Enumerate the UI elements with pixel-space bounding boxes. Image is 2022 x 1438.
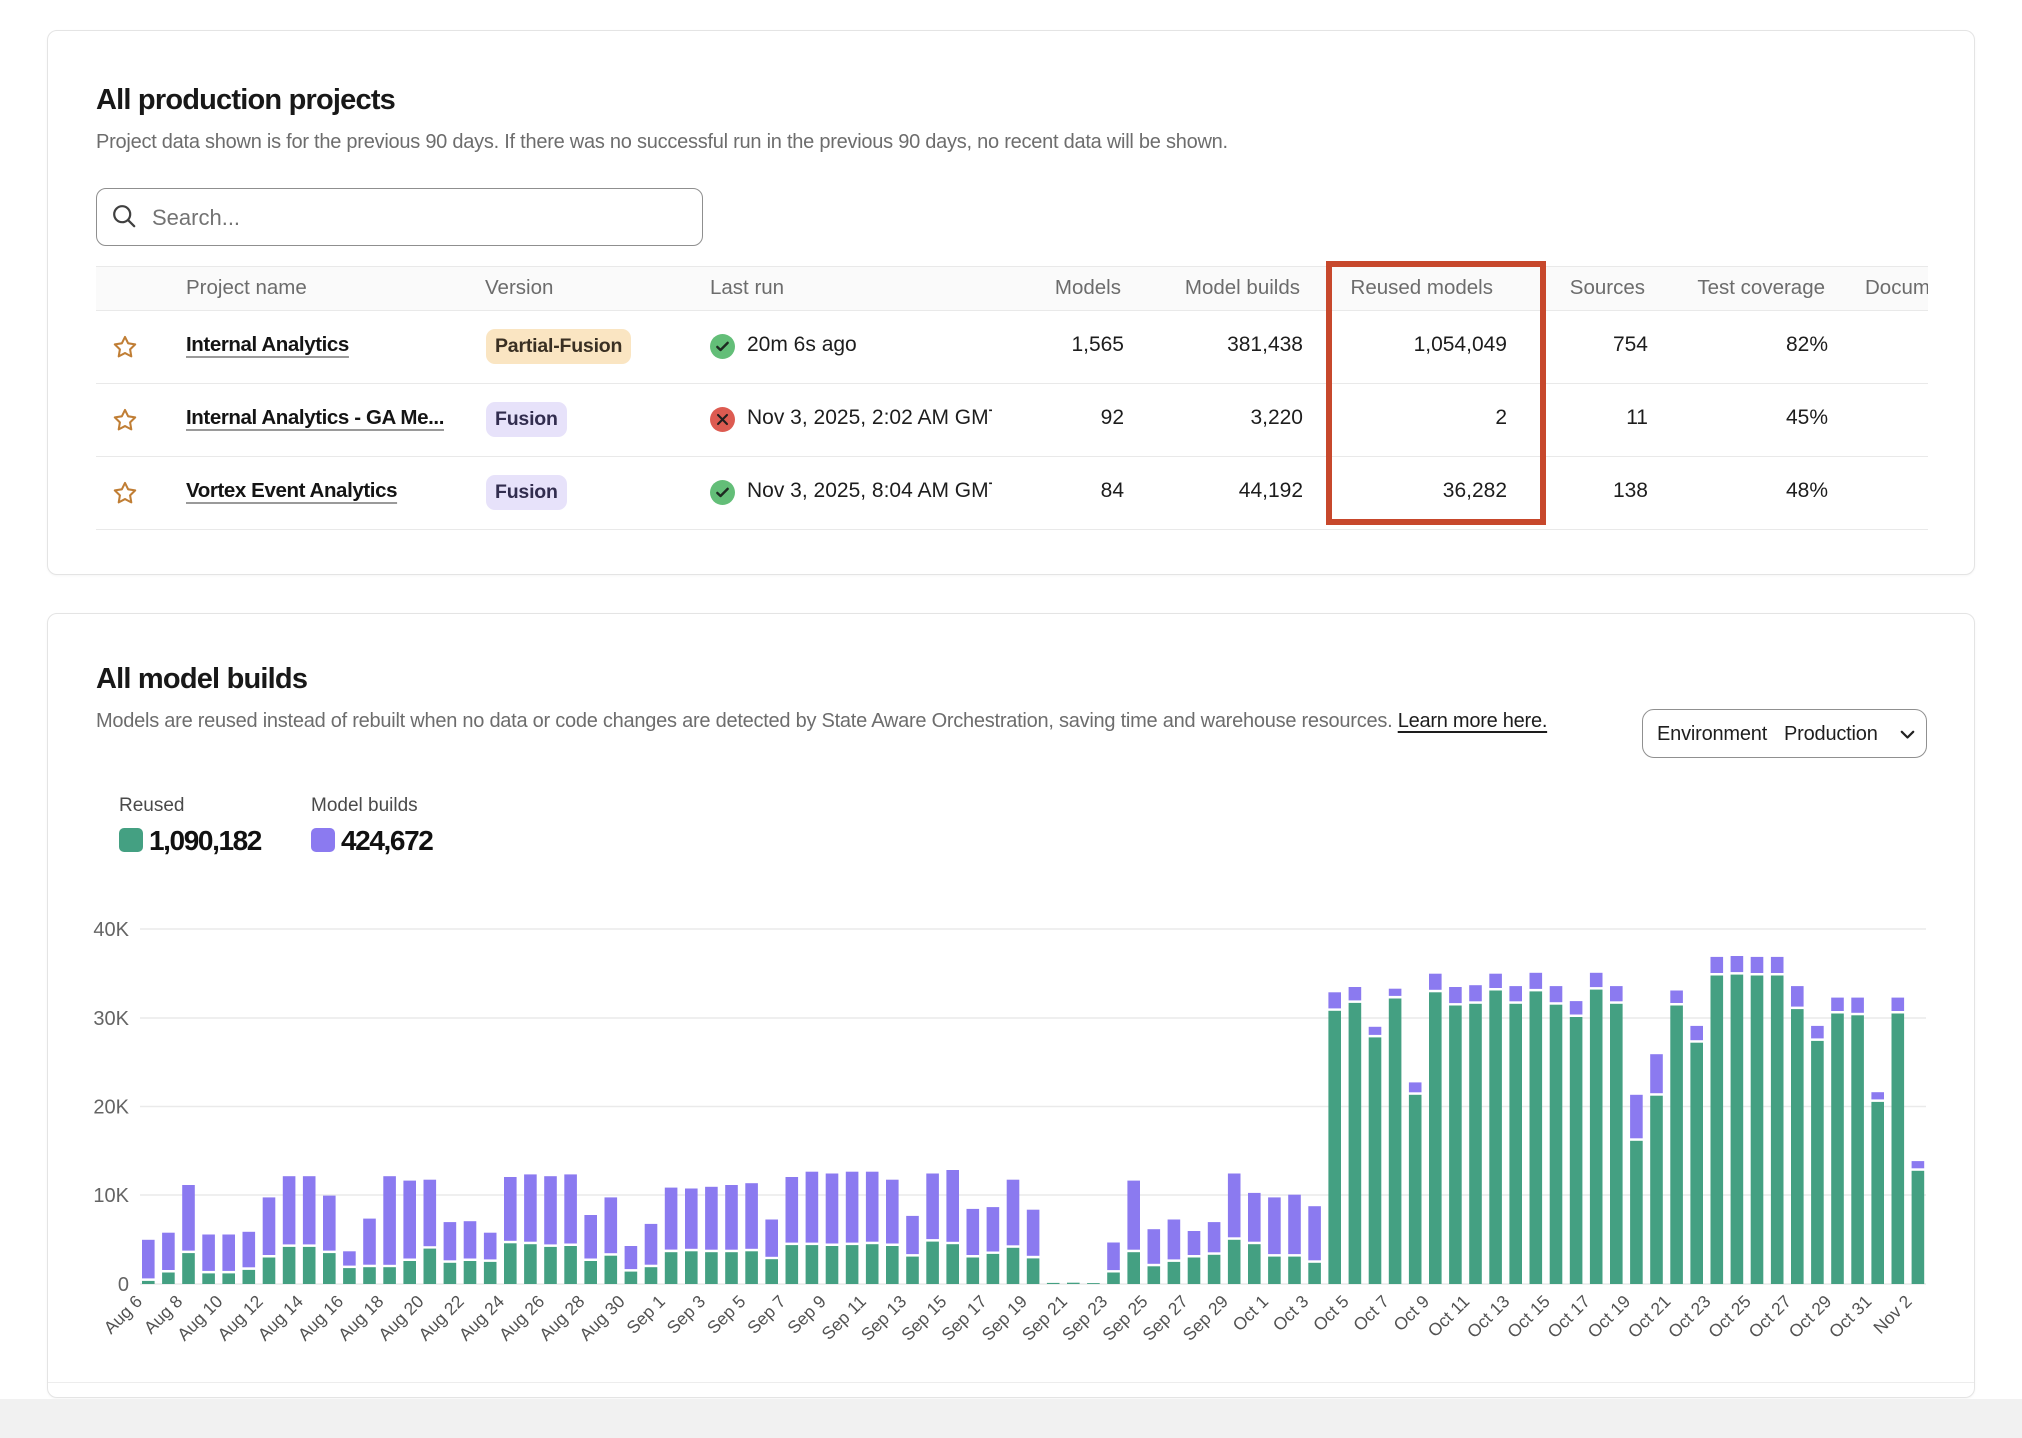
svg-text:40K: 40K: [93, 919, 129, 941]
svg-text:Oct 31: Oct 31: [1825, 1291, 1876, 1342]
svg-text:Aug 30: Aug 30: [575, 1291, 629, 1345]
svg-text:Oct 7: Oct 7: [1349, 1291, 1393, 1335]
svg-text:Oct 23: Oct 23: [1664, 1291, 1715, 1342]
svg-text:Oct 15: Oct 15: [1503, 1291, 1554, 1342]
svg-text:Sep 1: Sep 1: [622, 1291, 668, 1337]
svg-text:10K: 10K: [93, 1185, 129, 1207]
svg-text:Oct 11: Oct 11: [1424, 1291, 1474, 1341]
svg-text:30K: 30K: [93, 1008, 129, 1030]
svg-text:Sep 7: Sep 7: [743, 1291, 789, 1337]
svg-text:Oct 27: Oct 27: [1745, 1291, 1796, 1342]
svg-text:Sep 5: Sep 5: [703, 1291, 749, 1337]
svg-text:Oct 19: Oct 19: [1584, 1291, 1635, 1342]
svg-text:Oct 17: Oct 17: [1543, 1291, 1594, 1342]
svg-text:Sep 29: Sep 29: [1179, 1291, 1232, 1344]
svg-text:Oct 21: Oct 21: [1624, 1291, 1675, 1342]
svg-text:Oct 3: Oct 3: [1269, 1291, 1313, 1335]
svg-text:20K: 20K: [93, 1097, 129, 1119]
svg-text:Nov 2: Nov 2: [1869, 1291, 1915, 1337]
svg-text:Oct 5: Oct 5: [1309, 1291, 1353, 1335]
svg-text:0: 0: [118, 1274, 129, 1296]
svg-text:Aug 6: Aug 6: [100, 1291, 146, 1337]
svg-text:Sep 3: Sep 3: [663, 1291, 709, 1337]
svg-text:Oct 13: Oct 13: [1463, 1291, 1514, 1342]
svg-text:Oct 25: Oct 25: [1704, 1291, 1755, 1342]
svg-text:Oct 29: Oct 29: [1785, 1291, 1836, 1342]
svg-text:Oct 1: Oct 1: [1229, 1291, 1273, 1335]
